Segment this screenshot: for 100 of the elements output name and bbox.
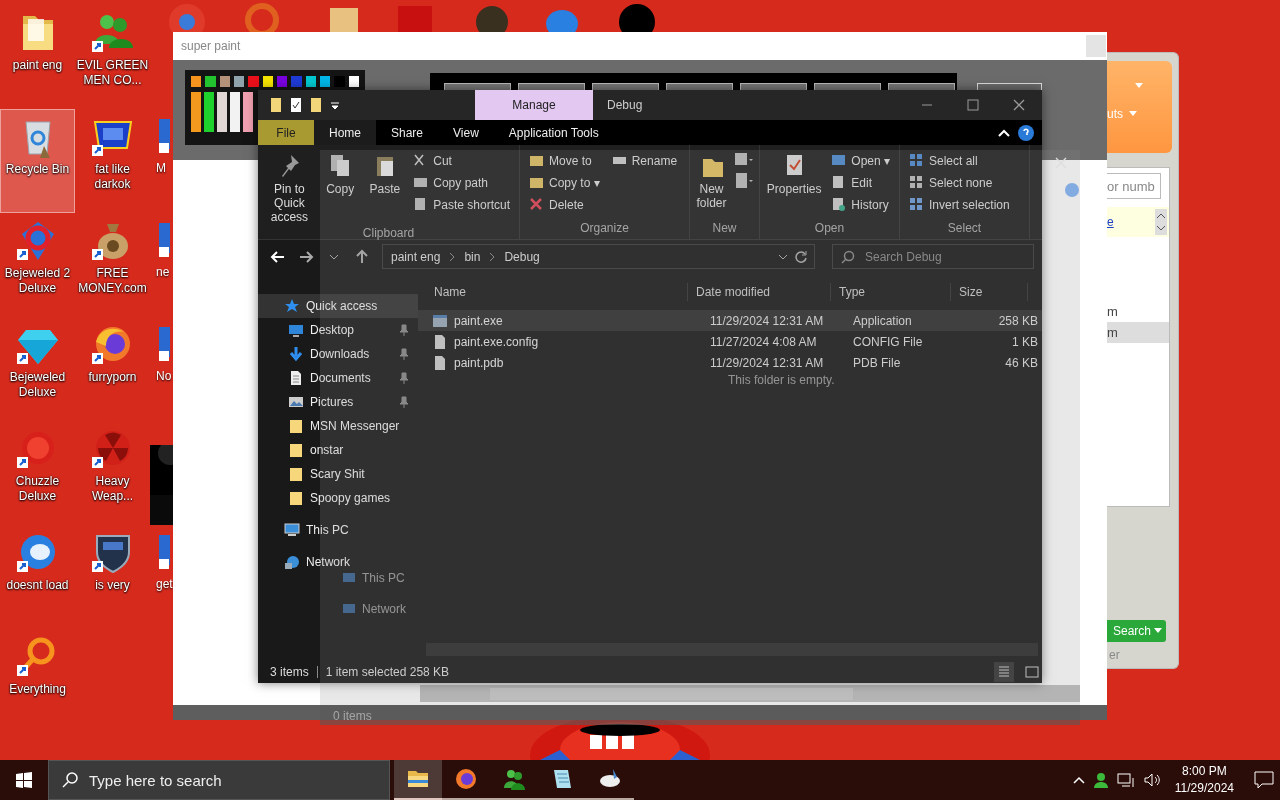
color-swatch[interactable]	[217, 92, 227, 132]
tool-button[interactable]	[444, 83, 511, 90]
file-row[interactable]: paint.pdb 11/29/2024 12:31 AM PDB File 46 KB	[418, 352, 1042, 373]
ribbon-button[interactable]: Move to	[526, 151, 603, 170]
breadcrumb[interactable]: bin	[462, 249, 483, 264]
nav-item[interactable]: Spoopy games	[258, 486, 418, 510]
folder-icon[interactable]	[270, 97, 282, 113]
color-swatch[interactable]	[191, 92, 201, 132]
color-swatch[interactable]	[276, 76, 288, 87]
ribbon-button[interactable]: Paste	[365, 151, 405, 226]
list-item[interactable]: m	[1107, 322, 1169, 343]
link[interactable]: e	[1107, 215, 1114, 229]
column-header[interactable]: Name	[418, 283, 688, 301]
scroll-down-icon[interactable]	[1155, 222, 1167, 235]
scrollbar-thumb[interactable]	[490, 688, 853, 700]
desktop-icon[interactable]: paint eng	[0, 5, 75, 109]
column-header[interactable]: Date modified	[688, 283, 831, 301]
list-item[interactable]: m	[1107, 301, 1169, 322]
color-swatch[interactable]	[234, 76, 245, 87]
close-button[interactable]	[1012, 99, 1026, 111]
nav-item[interactable]: MSN Messenger	[258, 414, 418, 438]
desktop-icon[interactable]: furryporn	[75, 317, 150, 421]
large-icons-view-icon[interactable]	[1025, 664, 1039, 679]
file-row[interactable]: paint.exe 11/29/2024 12:31 AM Application 258 KB	[418, 310, 1042, 331]
volume-icon[interactable]	[1142, 772, 1161, 788]
scroll-up-icon[interactable]	[1155, 209, 1167, 222]
start-icon[interactable]	[16, 772, 32, 788]
desktop-icon[interactable]: Bejeweled Deluxe	[0, 317, 75, 421]
ribbon-button[interactable]: Copy	[320, 151, 360, 226]
back-arrow-icon[interactable]	[270, 248, 286, 265]
nav-item[interactable]: Pictures	[258, 390, 418, 414]
desktop-icon[interactable]: Heavy Weap...	[75, 421, 150, 525]
collapse-icon[interactable]	[998, 127, 1010, 138]
tool-button[interactable]	[592, 83, 659, 90]
chevron-up-icon[interactable]	[1072, 775, 1085, 785]
ribbon-button[interactable]: Rename	[608, 151, 681, 170]
ribbon-button[interactable]: Select none	[906, 173, 1013, 192]
desktop-icon[interactable]: Chuzzle Deluxe	[0, 421, 75, 525]
search-field[interactable]: Search Debug	[832, 244, 1034, 269]
column-header[interactable]: Size	[951, 283, 1028, 301]
nav-item[interactable]: Scary Shit	[258, 462, 418, 486]
breadcrumb[interactable]: paint eng	[389, 249, 443, 264]
ribbon-button[interactable]: Copy to ▾	[526, 173, 603, 192]
tool-button[interactable]	[740, 83, 807, 90]
nav-item[interactable]: Network	[258, 550, 418, 574]
ribbon-tab[interactable]: File	[258, 120, 314, 145]
tool-button[interactable]	[888, 83, 955, 90]
color-swatch[interactable]	[204, 92, 214, 132]
color-swatch[interactable]	[248, 76, 259, 87]
ribbon-button[interactable]: Paste shortcut	[410, 195, 513, 214]
desktop-icon[interactable]: is very	[75, 525, 150, 629]
nav-item[interactable]: Desktop	[258, 318, 418, 342]
refresh-icon[interactable]	[794, 249, 808, 264]
color-swatch[interactable]	[348, 76, 359, 87]
ribbon-button[interactable]: History	[828, 195, 893, 214]
page-icon[interactable]	[733, 172, 753, 190]
ribbon-button[interactable]: Open ▾	[828, 151, 893, 170]
nav-item[interactable]: Documents	[258, 366, 418, 390]
horizontal-scrollbar[interactable]	[420, 685, 1080, 702]
up-arrow-icon[interactable]	[354, 248, 370, 265]
close-icon[interactable]	[1055, 157, 1067, 169]
address-bar[interactable]: paint eng bin Debug	[382, 244, 815, 269]
nav-item[interactable]: This PC	[258, 518, 418, 542]
breadcrumb[interactable]: Debug	[502, 249, 542, 264]
color-swatch[interactable]	[219, 76, 230, 87]
ribbon-button[interactable]: Edit	[828, 173, 893, 192]
color-swatch[interactable]	[291, 76, 302, 87]
nav-item[interactable]: Network	[342, 602, 406, 616]
color-swatch[interactable]	[305, 76, 316, 87]
ribbon-button[interactable]: Delete	[526, 195, 603, 214]
color-swatch[interactable]	[205, 76, 216, 87]
checklist-icon[interactable]	[290, 97, 302, 113]
forward-arrow-icon[interactable]	[298, 248, 314, 265]
color-swatch[interactable]	[319, 76, 331, 87]
folder-icon[interactable]	[310, 97, 322, 113]
details-view-icon[interactable]	[997, 664, 1011, 679]
ribbon-tab[interactable]: Home	[314, 120, 376, 145]
search-field[interactable]: or numb	[1107, 173, 1161, 199]
person-icon[interactable]	[1092, 772, 1109, 788]
color-swatch[interactable]	[262, 76, 273, 87]
desktop-icon[interactable]: fat like darkok	[75, 109, 150, 213]
desktop-icon[interactable]: FREE MONEY.com	[75, 213, 150, 317]
ribbon-button[interactable]: Invert selection	[906, 195, 1013, 214]
flame-globe-icon[interactable]	[453, 766, 479, 792]
color-swatch[interactable]	[191, 76, 202, 87]
clock[interactable]: 8:00 PM 11/29/2024	[1174, 763, 1234, 797]
ribbon-button[interactable]: Cut	[410, 151, 513, 170]
nav-item[interactable]: Downloads	[258, 342, 418, 366]
dropdown-icon[interactable]	[330, 100, 340, 110]
desktop-icon[interactable]: EVIL GREEN MEN CO...	[75, 5, 150, 109]
column-header[interactable]: Type	[831, 283, 951, 301]
desktop-icon[interactable]: Everything	[0, 629, 75, 733]
search-field[interactable]: Type here to search	[48, 760, 390, 800]
network-icon[interactable]	[1116, 772, 1135, 788]
ribbon-button[interactable]: Copy path	[410, 173, 513, 192]
notification-icon[interactable]	[1254, 771, 1274, 789]
desktop-icon[interactable]: doesnt load	[0, 525, 75, 629]
ribbon-button[interactable]: Select all	[906, 151, 1013, 170]
ribbon-button[interactable]: Properties	[766, 151, 823, 221]
tool-button[interactable]	[814, 83, 881, 90]
